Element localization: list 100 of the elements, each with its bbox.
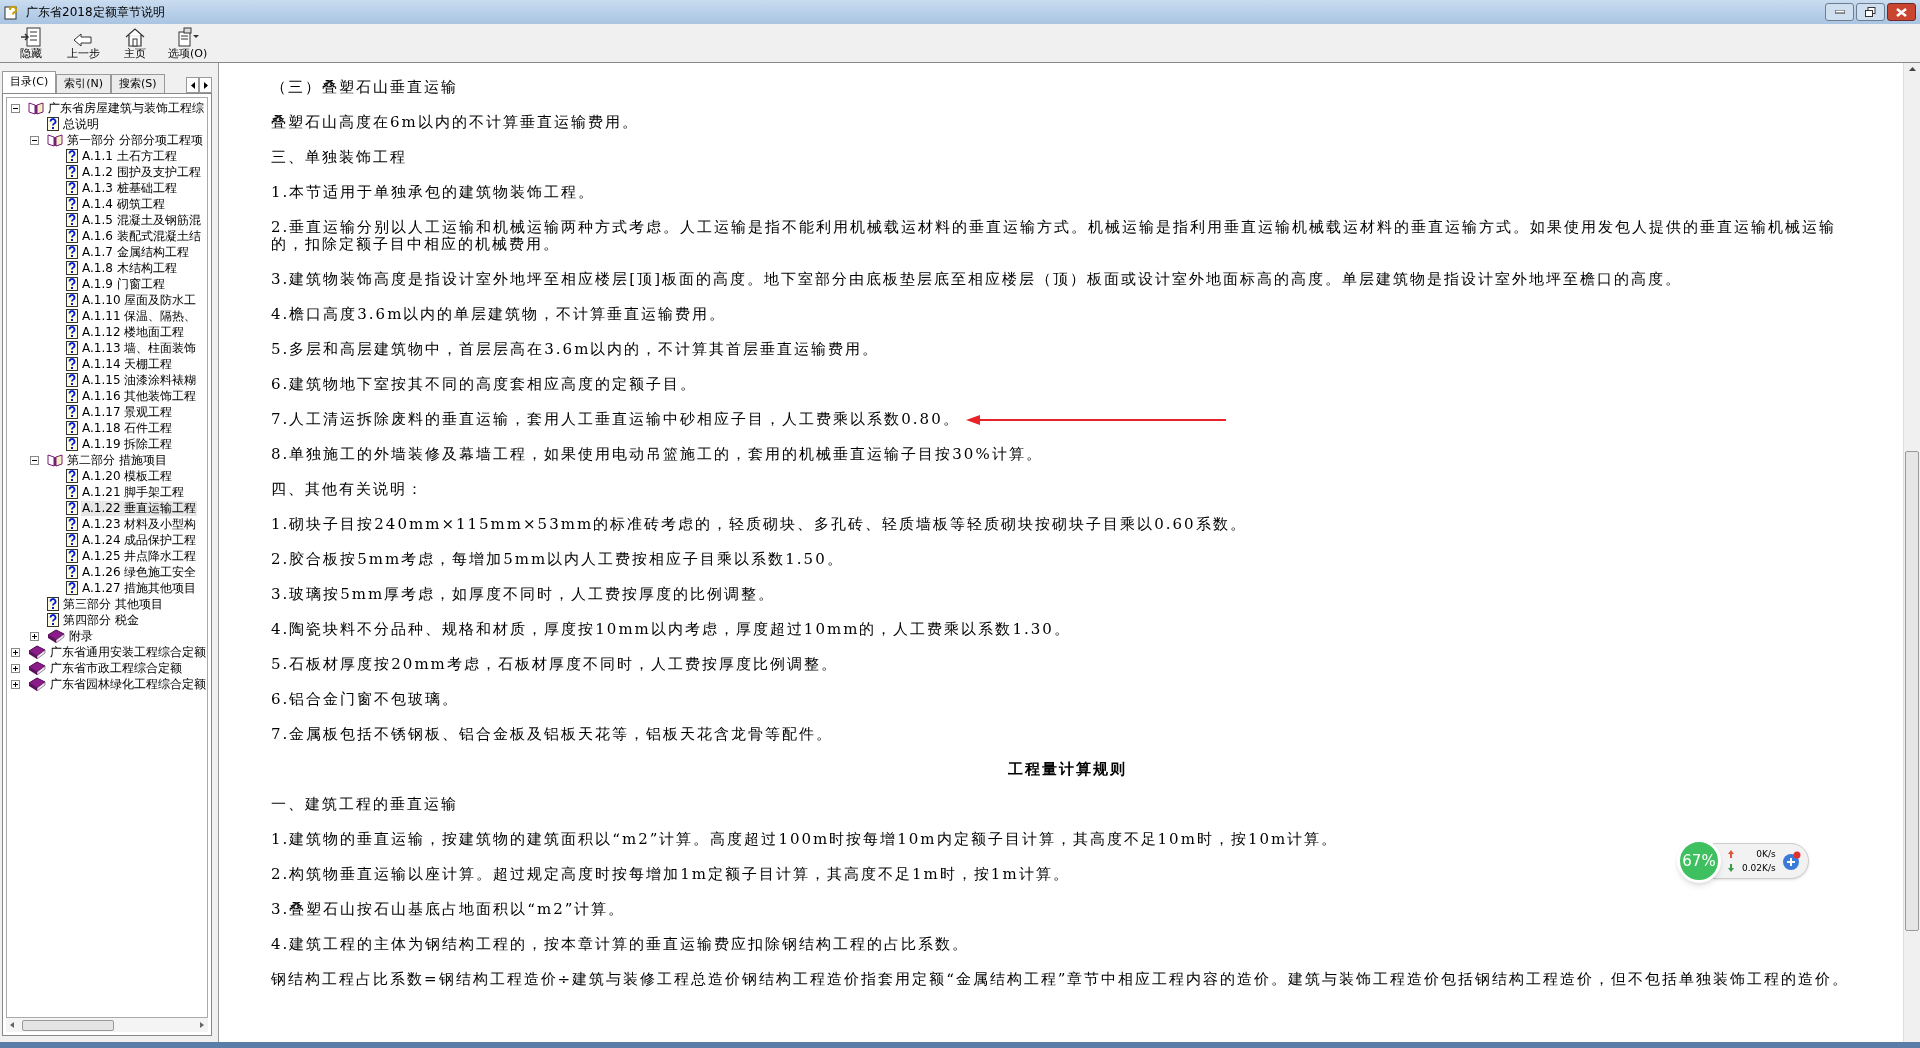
tree-item[interactable]: A.1.27 措施其他项目 — [81, 580, 198, 596]
tree-item[interactable]: A.1.7 金属结构工程 — [81, 244, 190, 260]
tree-item[interactable]: A.1.20 模板工程 — [81, 468, 174, 484]
horizontal-scrollbar[interactable] — [6, 1018, 208, 1032]
paragraph: 三、单独装饰工程 — [271, 149, 407, 166]
tree-item[interactable]: A.1.26 绿色施工安全 — [81, 564, 198, 580]
toolbar-button[interactable]: 选项(O) — [166, 27, 210, 60]
tree-item[interactable]: A.1.2 围护及支护工程 — [81, 164, 202, 180]
tree-item[interactable]: 第三部分 其他项目 — [62, 596, 164, 612]
tree-item[interactable]: A.1.14 天棚工程 — [81, 356, 174, 372]
paragraph: 4.檐口高度3.6m以内的单层建筑物，不计算垂直运输费用。 — [271, 306, 727, 323]
tree-item[interactable]: A.1.15 油漆涂料裱糊 — [81, 372, 198, 388]
scrollbar-thumb[interactable] — [1905, 451, 1919, 931]
paragraph: 5.石板材厚度按20mm考虑，石板材厚度不同时，人工费按厚度比例调整。 — [271, 656, 838, 673]
tree-item[interactable]: 广东省通用安装工程综合定额 — [49, 644, 207, 660]
tree-item[interactable]: A.1.10 屋面及防水工 — [81, 292, 198, 308]
add-icon[interactable] — [1781, 851, 1802, 871]
tab-scroll-right-button[interactable] — [199, 77, 212, 93]
tree-item[interactable]: 第二部分 措施项目 — [66, 452, 168, 468]
paragraph: 8.单独施工的外墙装修及幕墙工程，如果使用电动吊篮施工的，套用的机械垂直运输子目按30%计算。 — [271, 446, 1043, 463]
help-app-icon — [4, 4, 20, 20]
expand-icon[interactable] — [11, 647, 20, 657]
help-page-icon — [66, 181, 78, 195]
help-page-icon — [66, 277, 78, 291]
paragraph: 3.建筑物装饰高度是指设计室外地坪至相应楼层[顶]板面的高度。地下室部分由底板垫层底至相应楼层（顶）板面或设计室外地面标高的高度。单层建筑物是指设计室外地坪至檐口的高度。 — [271, 271, 1682, 288]
expand-icon[interactable] — [11, 679, 20, 689]
help-page-icon — [66, 245, 78, 259]
scroll-left-icon — [10, 1022, 14, 1028]
toolbar-button[interactable]: 上一步 — [62, 33, 104, 60]
toolbar-button[interactable]: 主页 — [114, 27, 156, 60]
tree-item[interactable]: 广东省园林绿化工程综合定额 — [49, 676, 207, 692]
tree-item[interactable]: A.1.18 石件工程 — [81, 420, 174, 436]
expand-icon[interactable] — [30, 631, 39, 641]
tree-item[interactable]: A.1.3 桩基础工程 — [81, 180, 178, 196]
paragraph: 3.玻璃按5mm厚考虑，如厚度不同时，人工费按厚度的比例调整。 — [271, 586, 776, 603]
collapse-icon[interactable] — [30, 455, 39, 465]
tree-item[interactable]: A.1.25 井点降水工程 — [81, 548, 198, 564]
help-page-icon — [47, 597, 59, 611]
tree-item[interactable]: 附录 — [68, 628, 94, 644]
help-page-icon — [66, 549, 78, 563]
right-arrow-icon — [203, 81, 208, 89]
scroll-up-icon — [1908, 67, 1916, 71]
tree-item[interactable]: A.1.9 门窗工程 — [81, 276, 166, 292]
tree-item[interactable]: A.1.17 景观工程 — [81, 404, 174, 420]
tree-item[interactable]: 第四部分 税金 — [62, 612, 140, 628]
tree-item[interactable]: A.1.19 拆除工程 — [81, 436, 174, 452]
pane-tab[interactable]: 目录(C) — [2, 71, 57, 93]
paragraph: 4.建筑工程的主体为钢结构工程的，按本章计算的垂直运输费应扣除钢结构工程的占比系数。 — [271, 936, 970, 953]
help-page-icon — [66, 229, 78, 243]
tree-item[interactable]: A.1.6 装配式混凝土结 — [81, 228, 202, 244]
paragraph: 6.建筑物地下室按其不同的高度套相应高度的定额子目。 — [271, 376, 698, 393]
help-page-icon — [66, 325, 78, 339]
paragraph: 四、其他有关说明： — [271, 481, 424, 498]
tree-item[interactable]: A.1.12 楼地面工程 — [81, 324, 186, 340]
download-arrow-icon — [1728, 864, 1734, 872]
pane-tab[interactable]: 索引(N) — [56, 74, 112, 93]
scroll-right-icon — [200, 1022, 204, 1028]
tree-item[interactable]: A.1.23 材料及小型构 — [81, 516, 198, 532]
tree-item[interactable]: A.1.13 墙、柱面装饰 — [81, 340, 198, 356]
close-icon — [1896, 7, 1907, 17]
tree-item[interactable]: 第一部分 分部分项工程项 — [66, 132, 204, 148]
tree-item[interactable]: A.1.11 保温、隔热、 — [81, 308, 198, 324]
help-page-icon — [66, 485, 78, 499]
expand-icon[interactable] — [11, 663, 20, 673]
collapse-icon[interactable] — [30, 135, 39, 145]
tree-item[interactable]: A.1.8 木结构工程 — [81, 260, 178, 276]
tree-item[interactable]: A.1.24 成品保护工程 — [81, 532, 198, 548]
paragraph: 6.铝合金门窗不包玻璃。 — [271, 691, 460, 708]
restore-button[interactable] — [1856, 3, 1885, 21]
help-page-icon — [66, 213, 78, 227]
paragraph: （三）叠塑石山垂直运输 — [271, 79, 458, 96]
open-book-icon — [47, 133, 63, 147]
tab-scroll-left-button[interactable] — [186, 77, 199, 93]
book-icon — [47, 629, 65, 643]
paragraph: 1.砌块子目按240mm×115mm×53mm的标准砖考虑的，轻质砌块、多孔砖、轻质墙板等轻质砌块按砌块子目乘以0.60系数。 — [271, 516, 1247, 533]
tree-item[interactable]: A.1.4 砌筑工程 — [81, 196, 166, 212]
help-page-icon — [66, 501, 78, 515]
tree-item[interactable]: A.1.16 其他装饰工程 — [81, 388, 198, 404]
scrollbar-thumb[interactable] — [22, 1019, 114, 1031]
help-page-icon — [66, 293, 78, 307]
tree-item[interactable]: A.1.5 混凝土及钢筋混 — [81, 212, 202, 228]
paragraph: 4.陶瓷块料不分品种、规格和材质，厚度按10mm以内考虑，厚度超过10mm的，人工费乘以系数1.30。 — [271, 621, 1071, 638]
paragraph: 1.本节适用于单独承包的建筑物装饰工程。 — [271, 184, 596, 201]
restore-icon — [1865, 7, 1876, 17]
tree-item[interactable]: A.1.21 脚手架工程 — [81, 484, 186, 500]
vertical-scrollbar[interactable] — [1903, 63, 1920, 1042]
tree-item[interactable]: A.1.22 垂直运输工程 — [81, 500, 198, 516]
toolbar-button[interactable]: 隐藏 — [10, 27, 52, 60]
paragraph: 2.胶合板按5mm考虑，每增加5mm以内人工费按相应子目乘以系数1.50。 — [271, 551, 844, 568]
tree-item[interactable]: A.1.1 土石方工程 — [81, 148, 178, 164]
pane-tab[interactable]: 搜索(S) — [111, 74, 165, 93]
help-page-icon — [66, 197, 78, 211]
tree-item[interactable]: 广东省市政工程综合定额 — [49, 660, 183, 676]
paragraph: 叠塑石山高度在6m以内的不计算垂直运输费用。 — [271, 114, 639, 131]
tree-item[interactable]: 广东省房屋建筑与装饰工程综 — [47, 100, 205, 116]
upload-speed: 0K/s — [1756, 848, 1776, 861]
close-button[interactable] — [1887, 3, 1916, 21]
help-page-icon — [66, 437, 78, 451]
tree-item[interactable]: 总说明 — [62, 116, 100, 132]
collapse-icon[interactable] — [11, 103, 20, 113]
